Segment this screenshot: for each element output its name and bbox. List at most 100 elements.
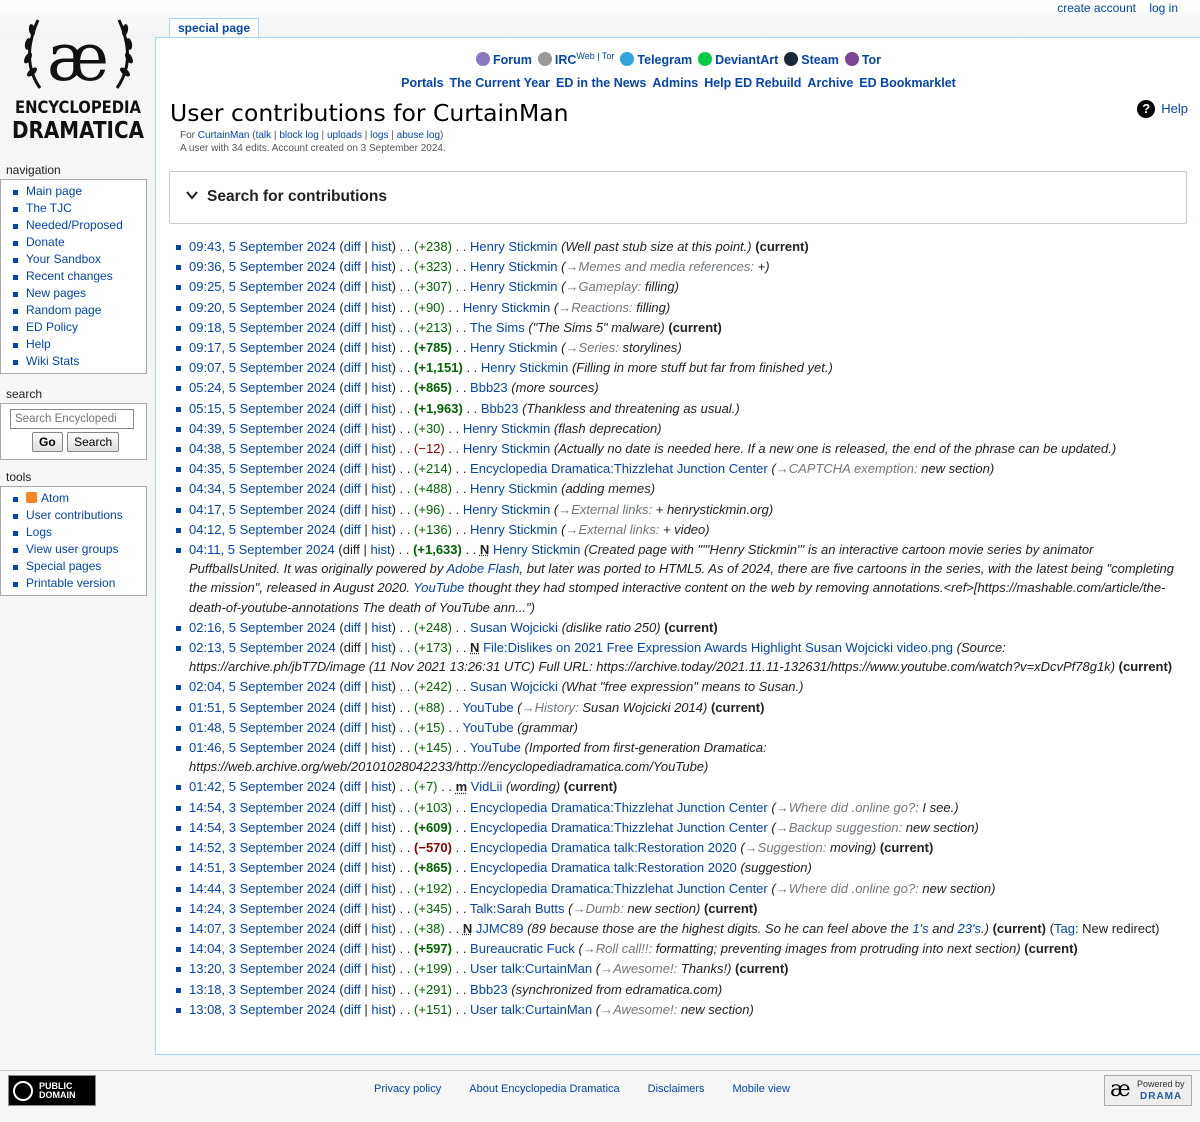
timestamp-link[interactable]: 09:17, 5 September 2024 [189,340,336,355]
timestamp-link[interactable]: 01:42, 5 September 2024 [189,779,336,794]
hist-link[interactable]: hist [371,279,391,294]
hist-link[interactable]: hist [370,542,390,557]
notice-link-the-current-year[interactable]: The Current Year [450,76,551,90]
section-link[interactable]: →External links: [565,522,659,537]
diff-link[interactable]: diff [344,380,361,395]
diff-link[interactable]: diff [344,901,361,916]
hist-link[interactable]: hist [371,320,391,335]
section-link[interactable]: →Backup suggestion: [776,820,902,835]
diff-link[interactable]: diff [344,441,361,456]
diff-link[interactable]: diff [344,941,361,956]
page-link[interactable]: Henry Stickmin [493,542,580,557]
chevron-down-icon[interactable] [186,188,198,204]
page-link[interactable]: The Sims [470,320,525,335]
timestamp-link[interactable]: 04:11, 5 September 2024 [189,542,335,557]
tag-link[interactable]: Tag [1054,921,1075,936]
uploads-link[interactable]: uploads [327,130,362,141]
section-link[interactable]: →Series: [565,340,618,355]
notice-link-tor[interactable]: Tor [844,52,881,67]
go-button[interactable]: Go [32,432,63,452]
notice-link-ed-in-the-news[interactable]: ED in the News [556,76,646,90]
hist-link[interactable]: hist [371,901,391,916]
diff-link[interactable]: diff [344,401,361,416]
page-link[interactable]: Encyclopedia Dramatica:Thizzlehat Juncti… [470,881,768,896]
timestamp-link[interactable]: 01:46, 5 September 2024 [189,740,336,755]
block-log-link[interactable]: block log [279,130,318,141]
timestamp-link[interactable]: 01:51, 5 September 2024 [189,700,336,715]
site-logo[interactable]: æ ENCYCLOPEDIA DRAMATICA [10,10,147,155]
help-link[interactable]: ? Help [1137,100,1188,118]
page-link[interactable]: User talk:CurtainMan [470,1002,592,1017]
hist-link[interactable]: hist [371,740,391,755]
hist-link[interactable]: hist [371,259,391,274]
footer-link-disclaimers[interactable]: Disclaimers [648,1083,705,1095]
timestamp-link[interactable]: 14:54, 3 September 2024 [189,800,336,815]
section-link[interactable]: →Reactions: [558,300,632,315]
notice-link-deviantart[interactable]: DeviantArt [698,52,778,67]
hist-link[interactable]: hist [371,340,391,355]
create-account-link[interactable]: create account [1057,1,1136,15]
tools-item-logs[interactable]: Logs [10,524,146,541]
hist-link[interactable]: hist [371,380,391,395]
hist-link[interactable]: hist [371,502,391,517]
timestamp-link[interactable]: 09:43, 5 September 2024 [189,239,336,254]
page-link[interactable]: Encyclopedia Dramatica:Thizzlehat Juncti… [470,820,768,835]
diff-link[interactable]: diff [344,961,361,976]
diff-link[interactable]: diff [344,461,361,476]
summary-link[interactable]: Adobe Flash [446,561,519,576]
hist-link[interactable]: hist [371,620,391,635]
section-link[interactable]: →Suggestion: [745,840,827,855]
sidebar-item-help[interactable]: Help [10,336,146,353]
timestamp-link[interactable]: 05:24, 5 September 2024 [189,380,336,395]
diff-link[interactable]: diff [344,881,361,896]
hist-link[interactable]: hist [371,441,391,456]
page-link[interactable]: Henry Stickmin [470,481,557,496]
user-link[interactable]: CurtainMan [198,130,250,141]
page-link[interactable]: Henry Stickmin [470,522,557,537]
timestamp-link[interactable]: 13:08, 3 September 2024 [189,1002,336,1017]
timestamp-link[interactable]: 02:13, 5 September 2024 [189,640,336,655]
hist-link[interactable]: hist [371,640,391,655]
page-link[interactable]: Henry Stickmin [463,502,550,517]
diff-link[interactable]: diff [344,481,361,496]
tools-item-atom[interactable]: Atom [10,490,146,507]
logs-link[interactable]: logs [370,130,388,141]
diff-link[interactable]: diff [344,779,361,794]
notice-link-admins[interactable]: Admins [652,76,698,90]
diff-link[interactable]: diff [344,820,361,835]
timestamp-link[interactable]: 14:07, 3 September 2024 [189,921,336,936]
diff-link[interactable]: diff [344,360,361,375]
hist-link[interactable]: hist [371,961,391,976]
page-link[interactable]: Henry Stickmin [470,259,557,274]
timestamp-link[interactable]: 02:16, 5 September 2024 [189,620,336,635]
timestamp-link[interactable]: 09:07, 5 September 2024 [189,360,336,375]
powered-by-drama-badge[interactable]: æ Powered by DRAMA [1104,1075,1192,1106]
irc-tor-link[interactable]: Tor [602,51,615,61]
notice-link-help-ed-rebuild[interactable]: Help ED Rebuild [704,76,801,90]
page-link[interactable]: Susan Wojcicki [470,620,558,635]
notice-link-irc[interactable]: IRCWeb | Tor [537,51,615,67]
page-link[interactable]: File:Dislikes on 2021 Free Expression Aw… [483,640,953,655]
page-link[interactable]: YouTube [470,740,521,755]
hist-link[interactable]: hist [371,941,391,956]
notice-link-archive[interactable]: Archive [807,76,853,90]
page-link[interactable]: VidLii [471,779,503,794]
page-link[interactable]: Bbb23 [481,401,519,416]
page-link[interactable]: Encyclopedia Dramatica talk:Restoration … [470,860,737,875]
sidebar-item-the-tjc[interactable]: The TJC [10,200,146,217]
section-link[interactable]: →Awesome!: [600,961,677,976]
timestamp-link[interactable]: 04:39, 5 September 2024 [189,421,336,436]
hist-link[interactable]: hist [371,522,391,537]
diff-link[interactable]: diff [344,740,361,755]
sidebar-item-your-sandbox[interactable]: Your Sandbox [10,251,146,268]
hist-link[interactable]: hist [371,820,391,835]
tools-item-special-pages[interactable]: Special pages [10,558,146,575]
timestamp-link[interactable]: 09:36, 5 September 2024 [189,259,336,274]
timestamp-link[interactable]: 09:20, 5 September 2024 [189,300,336,315]
search-button[interactable]: Search [67,432,120,452]
timestamp-link[interactable]: 04:34, 5 September 2024 [189,481,336,496]
sidebar-item-recent-changes[interactable]: Recent changes [10,268,146,285]
page-link[interactable]: Encyclopedia Dramatica talk:Restoration … [470,840,737,855]
timestamp-link[interactable]: 14:51, 3 September 2024 [189,860,336,875]
tab-special-page[interactable]: special page [169,18,260,38]
